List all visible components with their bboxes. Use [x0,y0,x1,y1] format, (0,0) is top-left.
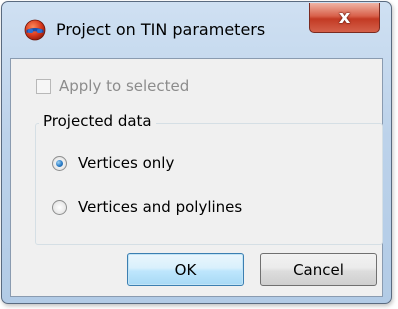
apply-to-selected-checkbox[interactable] [36,78,51,94]
title-bar[interactable]: Project on TIN parameters x [2,2,391,58]
radio-label-vertices-and-polylines: Vertices and polylines [78,198,243,216]
radio-option-vertices-only[interactable]: Vertices only [52,154,174,172]
close-button[interactable]: x [309,3,380,33]
ok-button[interactable]: OK [127,253,244,286]
apply-to-selected-label: Apply to selected [59,77,190,95]
dialog-window: Project on TIN parameters x Apply to sel… [1,1,392,304]
apply-to-selected-row: Apply to selected [36,77,189,95]
tin-globe-icon [24,19,46,41]
radio-option-vertices-and-polylines[interactable]: Vertices and polylines [52,198,242,216]
projected-data-group-title: Projected data [39,111,156,131]
radio-button-vertices-and-polylines[interactable] [52,199,67,215]
close-icon: x [338,6,351,28]
projected-data-group [35,123,383,245]
radio-button-vertices-only[interactable] [52,155,67,171]
cancel-button[interactable]: Cancel [260,253,377,286]
radio-label-vertices-only: Vertices only [78,154,175,172]
dialog-body: Apply to selected Projected data Vertice… [10,58,383,297]
window-title: Project on TIN parameters [56,20,266,39]
